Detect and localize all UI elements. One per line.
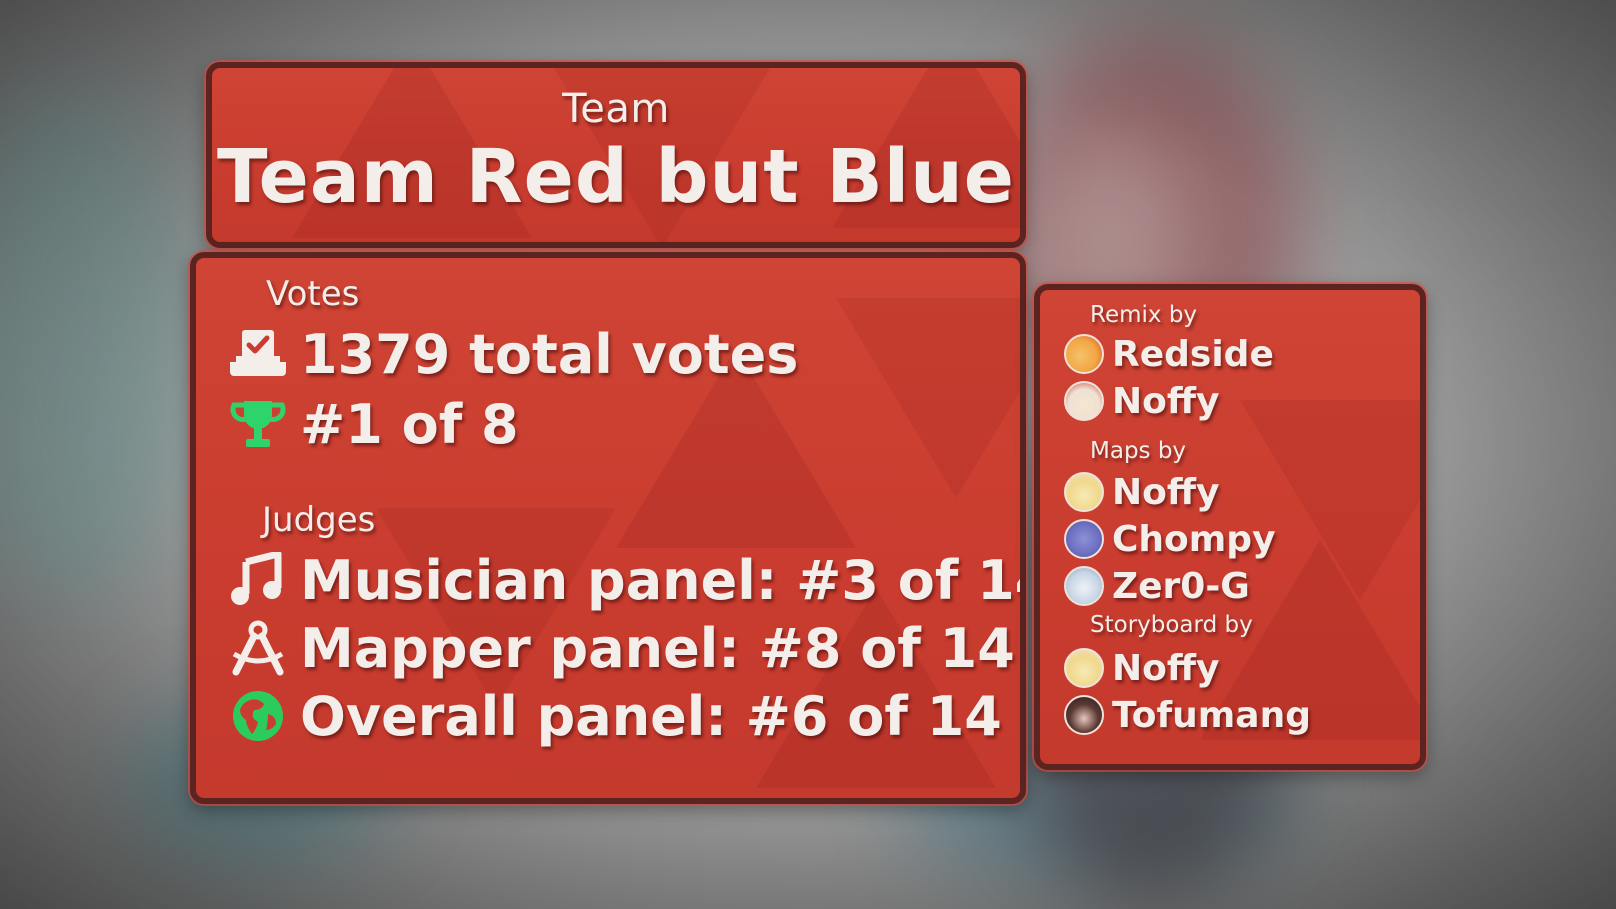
vote-rank-row: #1 of 8: [228, 392, 519, 456]
team-header-panel: Team Team Red but Blue: [206, 62, 1026, 248]
team-kicker: Team: [562, 86, 670, 132]
storyboard-by-label: Storyboard by: [1090, 612, 1253, 638]
credit-maps-noffy: Noffy: [1064, 470, 1220, 514]
team-name: Team Red but Blue: [217, 134, 1015, 220]
credit-name: Noffy: [1112, 647, 1220, 689]
remix-by-label: Remix by: [1090, 302, 1198, 328]
ballot-box-check-icon: [228, 326, 288, 382]
stats-panel: Votes 1379 total votes #1 of 8 Judges Mu…: [190, 252, 1026, 804]
decor-triangle: [1240, 400, 1420, 600]
credit-remix-redside: Redside: [1064, 332, 1274, 376]
avatar: [1064, 566, 1104, 606]
avatar: [1064, 695, 1104, 735]
total-votes-row: 1379 total votes: [228, 322, 798, 386]
credit-name: Noffy: [1112, 471, 1220, 513]
avatar: [1064, 519, 1104, 559]
mapper-panel-row: Mapper panel: #8 of 14: [228, 616, 1015, 680]
drafting-compass-icon: [228, 620, 288, 676]
overall-panel-value: Overall panel: #6 of 14: [300, 684, 1002, 748]
maps-by-label: Maps by: [1090, 438, 1187, 464]
credit-name: Noffy: [1112, 380, 1220, 422]
results-screen: Team Team Red but Blue Votes 1379 total …: [0, 0, 1616, 909]
background-blur: [0, 80, 200, 600]
credit-remix-noffy: Noffy: [1064, 379, 1220, 423]
credit-maps-chompy: Chompy: [1064, 517, 1276, 561]
credit-maps-zer0g: Zer0-G: [1064, 564, 1250, 608]
musician-panel-row: Musician panel: #3 of 14: [228, 548, 1026, 612]
credit-name: Zer0-G: [1112, 565, 1250, 607]
total-votes-value: 1379 total votes: [300, 322, 799, 386]
credits-panel: Remix by Redside Noffy Maps by Noffy Cho…: [1034, 284, 1426, 770]
avatar: [1064, 334, 1104, 374]
avatar: [1064, 648, 1104, 688]
overall-panel-row: Overall panel: #6 of 14: [228, 684, 1002, 748]
credit-name: Tofumang: [1112, 694, 1312, 736]
credit-name: Chompy: [1112, 518, 1276, 560]
votes-section-label: Votes: [266, 274, 360, 314]
music-note-icon: [228, 552, 288, 608]
mapper-panel-value: Mapper panel: #8 of 14: [300, 616, 1015, 680]
credit-storyboard-noffy: Noffy: [1064, 646, 1220, 690]
decor-triangle: [836, 298, 1020, 498]
trophy-icon: [228, 396, 288, 452]
musician-panel-value: Musician panel: #3 of 14: [300, 548, 1026, 612]
avatar: [1064, 381, 1104, 421]
credit-storyboard-tofumang: Tofumang: [1064, 693, 1311, 737]
avatar: [1064, 472, 1104, 512]
judges-section-label: Judges: [262, 500, 376, 540]
vote-rank-value: #1 of 8: [300, 392, 519, 456]
credit-name: Redside: [1112, 333, 1274, 375]
globe-icon: [228, 688, 288, 744]
